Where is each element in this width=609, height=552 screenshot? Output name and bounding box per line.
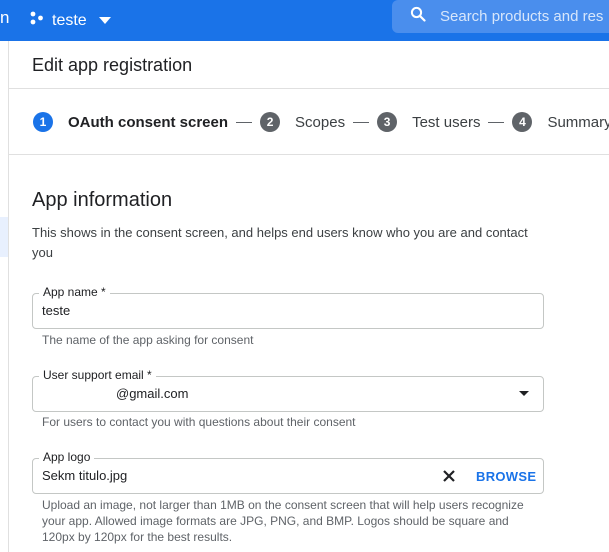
page-title: Edit app registration [32, 55, 193, 75]
nav-active-indicator[interactable] [0, 217, 8, 257]
app-logo-hint-line-1: Upload an image, not larger than 1MB on … [42, 498, 524, 512]
support-email-value: @gmail.com [116, 386, 189, 401]
close-icon[interactable] [442, 469, 456, 483]
divider [9, 154, 609, 155]
step-summary[interactable]: 4 Summary [512, 112, 609, 132]
step-connector [236, 121, 253, 123]
support-email-label: User support email * [39, 368, 156, 382]
step-number: 3 [377, 112, 398, 132]
divider [9, 88, 609, 89]
app-name-input[interactable]: teste [42, 303, 70, 318]
search-input[interactable]: Search products and res [440, 8, 603, 25]
app-logo-filename: Sekm titulo.jpg [42, 468, 128, 483]
section-title: App information [32, 189, 173, 211]
app-name-label: App name * [39, 285, 110, 299]
support-email-select[interactable]: User support email * @gmail.com [32, 368, 544, 412]
step-test-users[interactable]: 3 Test users [377, 112, 480, 132]
product-name-fragment[interactable]: n [0, 8, 9, 28]
step-number: 1 [33, 112, 53, 132]
app-logo-field[interactable]: App logo Sekm titulo.jpg BROWSE [32, 450, 544, 494]
step-label: Test users [412, 113, 481, 131]
app-logo-hint-line-3: 120px by 120px for the best results. [42, 530, 233, 544]
step-scopes[interactable]: 2 Scopes [260, 112, 345, 132]
step-connector [353, 121, 370, 123]
chevron-down-icon [98, 12, 111, 30]
dropdown-arrow-icon[interactable] [519, 391, 529, 396]
step-label: OAuth consent screen [68, 113, 229, 131]
browse-button[interactable]: BROWSE [476, 469, 536, 484]
step-connector [488, 121, 505, 123]
app-name-field[interactable]: App name * teste [32, 285, 544, 329]
step-label: Summary [547, 113, 609, 131]
app-name-hint: The name of the app asking for consent [42, 333, 254, 347]
project-name: teste [52, 11, 87, 29]
step-oauth-consent-screen[interactable]: 1 OAuth consent screen [33, 112, 228, 132]
app-logo-label: App logo [39, 450, 95, 464]
search-box[interactable]: Search products and res [392, 0, 609, 33]
left-nav-rail [0, 41, 9, 552]
search-icon [410, 6, 426, 27]
support-email-hint: For users to contact you with questions … [42, 415, 356, 429]
step-number: 2 [260, 112, 281, 132]
top-bar: n teste Search products and res [0, 0, 609, 41]
stepper: 1 OAuth consent screen 2 Scopes 3 Test u… [33, 112, 609, 132]
app-logo-hint-line-2: your app. Allowed image formats are JPG,… [42, 514, 509, 528]
project-selector[interactable]: teste [30, 0, 111, 41]
step-label: Scopes [295, 113, 346, 131]
section-description: This shows in the consent screen, and he… [32, 225, 528, 260]
project-dots-icon [30, 11, 44, 30]
step-number: 4 [512, 112, 533, 132]
